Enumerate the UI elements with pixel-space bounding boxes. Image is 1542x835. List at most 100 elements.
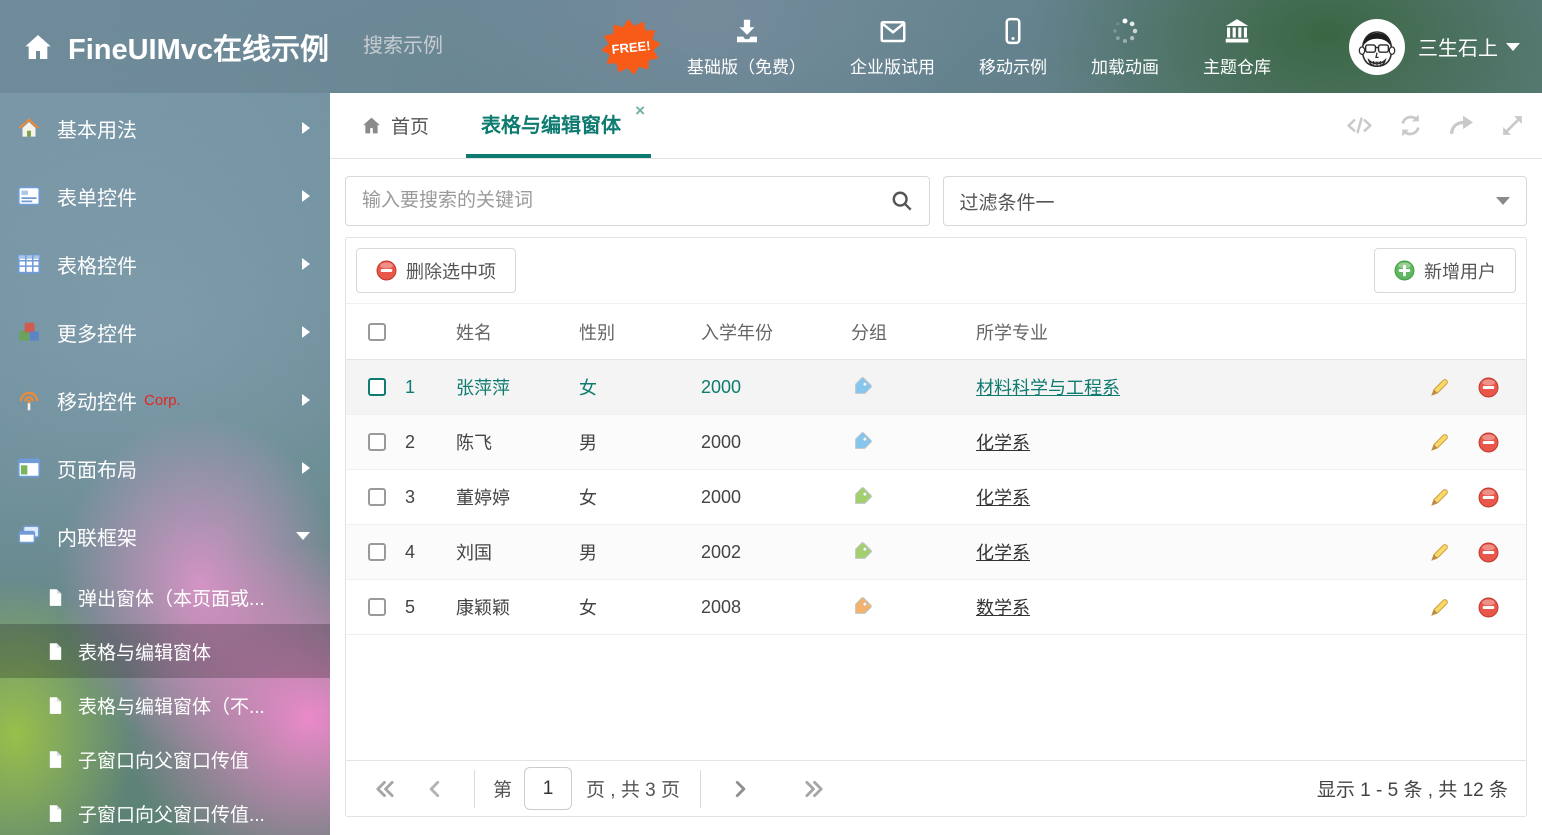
prev-page-icon[interactable]: [424, 778, 446, 800]
row-year: 2008: [674, 597, 824, 618]
page-number-input[interactable]: [524, 767, 572, 810]
home-icon: [361, 115, 382, 136]
edit-row-button[interactable]: [1429, 432, 1450, 453]
tab-home[interactable]: 首页: [346, 93, 444, 158]
column-header-gender[interactable]: 性别: [554, 319, 674, 345]
major-link[interactable]: 化学系: [976, 488, 1030, 508]
delete-selected-button[interactable]: 删除选中项: [356, 248, 516, 293]
row-year: 2000: [674, 487, 824, 508]
table-header: 姓名 性别 入学年份 分组 所学专业: [346, 303, 1526, 360]
column-header-year[interactable]: 入学年份: [674, 319, 824, 345]
edit-row-button[interactable]: [1429, 377, 1450, 398]
tag-icon: [851, 486, 873, 508]
edit-row-button[interactable]: [1429, 597, 1450, 618]
last-page-icon[interactable]: [803, 778, 825, 800]
signal-icon: [16, 387, 42, 413]
row-index: 2: [391, 432, 429, 453]
pencil-icon: [1429, 377, 1450, 398]
sidebar-item-more-controls[interactable]: 更多控件: [0, 298, 330, 366]
header-search-input[interactable]: [363, 35, 628, 58]
sidebar-item-grid-controls[interactable]: 表格控件: [0, 230, 330, 298]
header-nav-enterprise-trial[interactable]: 企业版试用: [850, 16, 935, 78]
tab-actions: [1346, 93, 1526, 158]
major-link[interactable]: 数学系: [976, 598, 1030, 618]
edit-row-button[interactable]: [1429, 487, 1450, 508]
column-header-name[interactable]: 姓名: [429, 319, 554, 345]
major-link[interactable]: 化学系: [976, 543, 1030, 563]
delete-row-button[interactable]: [1478, 487, 1499, 508]
search-icon[interactable]: [891, 190, 913, 212]
grid-search-input[interactable]: [362, 190, 891, 212]
minus-circle-icon: [1478, 542, 1499, 563]
delete-row-button[interactable]: [1478, 432, 1499, 453]
tab-grid-edit-window[interactable]: 表格与编辑窗体 ×: [466, 93, 651, 158]
page-label-suffix: 页 , 共 3 页: [586, 775, 680, 802]
file-icon: [45, 803, 66, 824]
table-row[interactable]: 5 康颖颖 女 2008 数学系: [346, 580, 1526, 635]
table-icon: [16, 251, 42, 277]
next-page-icon[interactable]: [729, 778, 751, 800]
app-title: FineUIMvc在线示例: [68, 26, 329, 68]
sidebar-subitem-grid-edit-window[interactable]: 表格与编辑窗体: [0, 624, 330, 678]
column-header-group[interactable]: 分组: [824, 319, 949, 345]
home-icon[interactable]: [22, 31, 54, 63]
pagination-summary: 显示 1 - 5 条 , 共 12 条: [1317, 775, 1508, 802]
column-header-major[interactable]: 所学专业: [949, 319, 1401, 345]
source-code-icon[interactable]: [1346, 112, 1373, 139]
row-name: 刘国: [429, 539, 554, 565]
user-menu[interactable]: 三生石上: [1348, 18, 1520, 76]
sidebar-item-mobile-controls[interactable]: 移动控件 Corp.: [0, 366, 330, 434]
edit-row-button[interactable]: [1429, 542, 1450, 563]
sidebar-item-iframe[interactable]: 内联框架: [0, 502, 330, 570]
chevron-down-icon: [1496, 197, 1510, 205]
header-nav-theme-repo[interactable]: 主题仓库: [1203, 16, 1271, 78]
filter-row: 过滤条件一: [330, 159, 1542, 237]
table-body: 1 张萍萍 女 2000 材料科学与工程系 2 陈飞 男 2000: [346, 360, 1526, 635]
header-nav-loading-animation[interactable]: 加载动画: [1091, 16, 1159, 78]
header-nav: 基础版（免费） 企业版试用 移动示例 加载动画 主题仓库: [687, 16, 1271, 78]
table-row[interactable]: 4 刘国 男 2002 化学系: [346, 525, 1526, 580]
row-name: 张萍萍: [429, 374, 554, 400]
sidebar-subitem-child-to-parent[interactable]: 子窗口向父窗口传值: [0, 732, 330, 786]
row-checkbox[interactable]: [368, 598, 386, 616]
sidebar-item-page-layout[interactable]: 页面布局: [0, 434, 330, 502]
table-row[interactable]: 3 董婷婷 女 2000 化学系: [346, 470, 1526, 525]
refresh-icon[interactable]: [1397, 112, 1424, 139]
delete-row-button[interactable]: [1478, 597, 1499, 618]
sidebar-item-basic-usage[interactable]: 基本用法: [0, 94, 330, 162]
row-gender: 女: [554, 484, 674, 510]
first-page-icon[interactable]: [374, 778, 396, 800]
frames-icon: [16, 523, 42, 549]
minus-circle-icon: [1478, 597, 1499, 618]
maximize-icon[interactable]: [1499, 112, 1526, 139]
open-in-new-icon[interactable]: [1448, 112, 1475, 139]
major-link[interactable]: 化学系: [976, 433, 1030, 453]
row-checkbox[interactable]: [368, 378, 386, 396]
row-checkbox[interactable]: [368, 488, 386, 506]
tag-icon: [851, 541, 873, 563]
row-checkbox[interactable]: [368, 433, 386, 451]
sidebar-subitem-popup-window[interactable]: 弹出窗体（本页面或...: [0, 570, 330, 624]
chevron-right-icon: [302, 394, 310, 406]
add-user-button[interactable]: 新增用户: [1374, 248, 1516, 293]
corp-badge: Corp.: [144, 392, 181, 409]
sidebar-item-form-controls[interactable]: 表单控件: [0, 162, 330, 230]
sidebar-subitem-child-to-parent-2[interactable]: 子窗口向父窗口传值...: [0, 786, 330, 835]
form-icon: [16, 183, 42, 209]
major-link[interactable]: 材料科学与工程系: [976, 378, 1120, 398]
header-nav-basic-edition[interactable]: 基础版（免费）: [687, 16, 806, 78]
row-checkbox[interactable]: [368, 543, 386, 561]
file-icon: [45, 695, 66, 716]
sidebar-subitem-grid-edit-window-2[interactable]: 表格与编辑窗体（不...: [0, 678, 330, 732]
table-row[interactable]: 1 张萍萍 女 2000 材料科学与工程系: [346, 360, 1526, 415]
delete-row-button[interactable]: [1478, 542, 1499, 563]
plus-circle-icon: [1394, 260, 1415, 281]
filter-select[interactable]: 过滤条件一: [943, 176, 1528, 226]
username: 三生石上: [1418, 32, 1498, 61]
file-icon: [45, 587, 66, 608]
table-row[interactable]: 2 陈飞 男 2000 化学系: [346, 415, 1526, 470]
tab-close-icon[interactable]: ×: [635, 102, 645, 119]
header-nav-mobile-demo[interactable]: 移动示例: [979, 16, 1047, 78]
select-all-checkbox[interactable]: [368, 323, 386, 341]
delete-row-button[interactable]: [1478, 377, 1499, 398]
